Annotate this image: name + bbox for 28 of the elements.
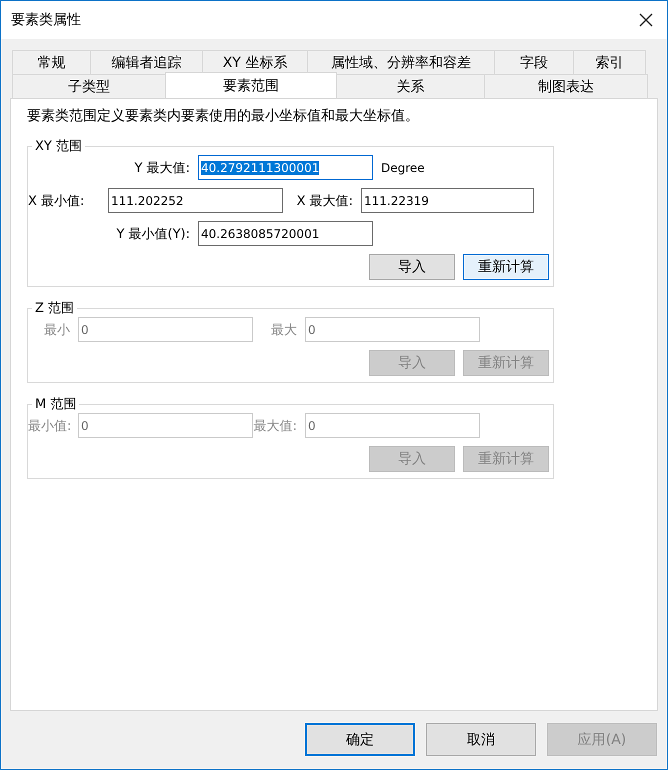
input-field[interactable]: 40.2792111300001: [198, 155, 373, 180]
field-label: X 最大值:: [296, 192, 354, 210]
dialog-button[interactable]: 确定: [305, 723, 415, 756]
close-icon[interactable]: [639, 13, 653, 27]
field-label: Y 最小值(Y):: [115, 226, 191, 242]
field-label: X 最小值:: [28, 192, 86, 210]
field-label: Y 最大值:: [134, 160, 191, 176]
unit-text: Degree: [381, 160, 425, 174]
tab[interactable]: 子类型: [12, 74, 166, 98]
tab[interactable]: 索引: [573, 50, 646, 74]
action-button[interactable]: 重新计算: [463, 254, 549, 280]
input-field[interactable]: 40.2638085720001: [198, 221, 373, 246]
field-label: 最小: [43, 322, 71, 338]
tab[interactable]: 要素范围: [165, 72, 337, 98]
dialog-button[interactable]: 取消: [426, 723, 536, 756]
field-label: 最小值:: [28, 418, 72, 434]
field-label: 最大值:: [253, 418, 298, 434]
field-label: 最大: [270, 322, 298, 338]
input-field[interactable]: 111.22319: [361, 188, 534, 213]
tab[interactable]: 常规: [12, 50, 91, 74]
input-field[interactable]: 111.202252: [108, 188, 283, 213]
action-button[interactable]: 导入: [369, 254, 455, 280]
tab[interactable]: 制图表达: [484, 74, 648, 98]
group-title: M 范围: [34, 396, 78, 413]
group-title: Z 范围: [34, 300, 76, 317]
group-title: XY 范围: [34, 138, 83, 155]
description-text: 要素类范围定义要素类内要素使用的最小坐标值和最大坐标值。: [27, 107, 420, 125]
window-title: 要素类属性: [11, 11, 81, 29]
